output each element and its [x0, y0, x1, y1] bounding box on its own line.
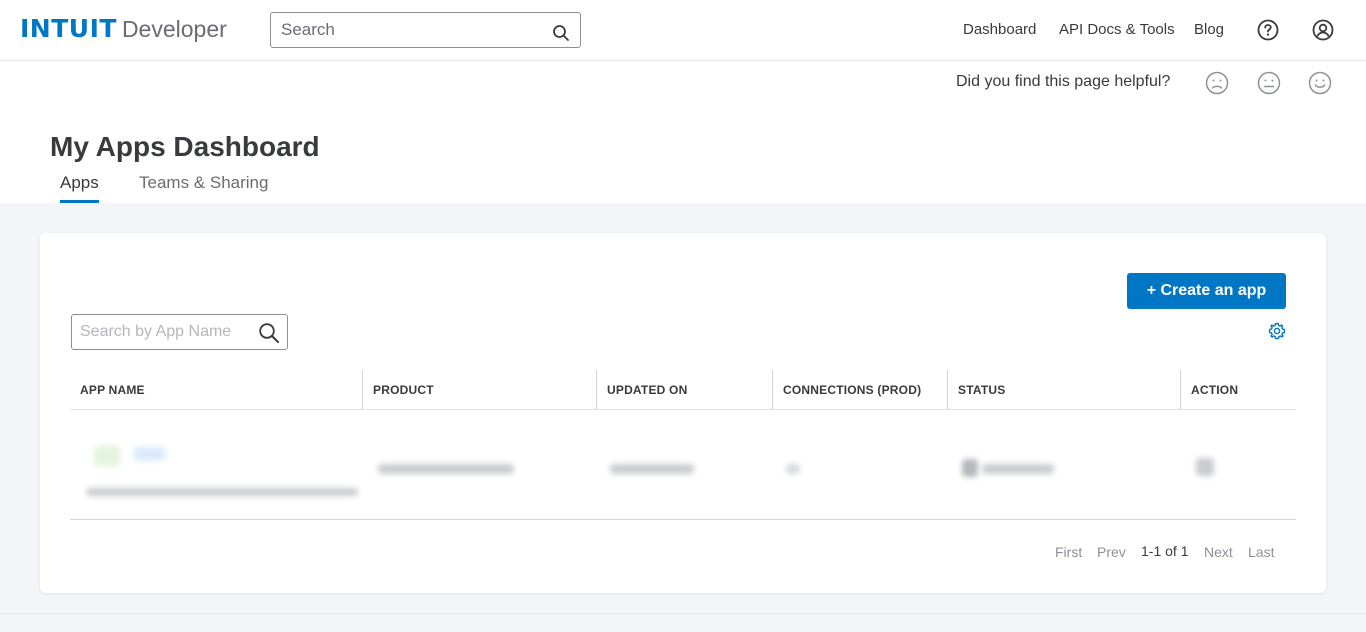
action-icon-blurred[interactable]: [1196, 458, 1214, 476]
status-icon-blurred: [962, 459, 978, 477]
column-divider: [596, 370, 597, 410]
app-icon-blurred: [94, 446, 120, 466]
product-blurred: [378, 464, 514, 474]
status-text-blurred: [982, 464, 1054, 474]
gear-icon[interactable]: [1268, 322, 1286, 340]
pagination-first[interactable]: First: [1055, 544, 1082, 560]
apps-card: + Create an app APP NAME PRODUCT UPDATED…: [40, 233, 1326, 593]
intuit-developer-logo[interactable]: INTUIT Developer: [20, 14, 227, 43]
neutral-face-icon[interactable]: [1257, 71, 1281, 95]
apps-table-header: APP NAME PRODUCT UPDATED ON CONNECTIONS …: [70, 370, 1296, 410]
column-header-status[interactable]: STATUS: [958, 370, 1005, 410]
app-badge-blurred: [134, 447, 166, 461]
app-name-search-input[interactable]: [72, 315, 252, 349]
help-icon[interactable]: [1257, 19, 1279, 41]
column-header-connections[interactable]: CONNECTIONS (PROD): [783, 370, 921, 410]
global-search-input[interactable]: [271, 13, 541, 47]
updated-on-blurred: [610, 464, 694, 474]
connections-blurred: [786, 464, 800, 474]
user-account-icon[interactable]: [1312, 19, 1334, 41]
top-nav-bar: INTUIT Developer Dashboard API Docs & To…: [0, 0, 1366, 61]
column-divider: [772, 370, 773, 410]
column-header-product[interactable]: PRODUCT: [373, 370, 434, 410]
page-title: My Apps Dashboard: [50, 131, 320, 162]
column-divider: [1180, 370, 1181, 410]
column-divider: [947, 370, 948, 410]
footer-edge: [0, 613, 1366, 632]
nav-blog-link[interactable]: Blog: [1194, 21, 1224, 38]
sad-face-icon[interactable]: [1205, 71, 1229, 95]
tab-apps[interactable]: Apps: [60, 173, 99, 193]
pagination-last[interactable]: Last: [1248, 544, 1274, 560]
app-name-search: [71, 314, 288, 350]
column-header-updated-on[interactable]: UPDATED ON: [607, 370, 687, 410]
pagination-range: 1-1 of 1: [1141, 543, 1189, 559]
app-name-blurred[interactable]: [86, 488, 358, 496]
happy-face-icon[interactable]: [1308, 71, 1332, 95]
logo-brand: INTUIT: [20, 14, 117, 43]
tab-teams-sharing[interactable]: Teams & Sharing: [139, 173, 268, 193]
search-icon[interactable]: [258, 322, 280, 349]
feedback-question: Did you find this page helpful?: [956, 73, 1171, 90]
nav-dashboard-link[interactable]: Dashboard: [963, 21, 1036, 38]
pagination-next[interactable]: Next: [1204, 544, 1233, 560]
logo-subtitle: Developer: [121, 16, 227, 42]
pagination-prev[interactable]: Prev: [1097, 544, 1126, 560]
nav-api-docs-link[interactable]: API Docs & Tools: [1059, 21, 1175, 38]
create-app-button[interactable]: + Create an app: [1127, 273, 1286, 309]
column-header-action: ACTION: [1191, 383, 1239, 397]
column-divider: [362, 370, 363, 410]
global-search: [270, 12, 581, 48]
column-header-app-name[interactable]: APP NAME: [80, 370, 145, 410]
table-row[interactable]: [70, 410, 1296, 520]
search-icon[interactable]: [552, 24, 570, 47]
